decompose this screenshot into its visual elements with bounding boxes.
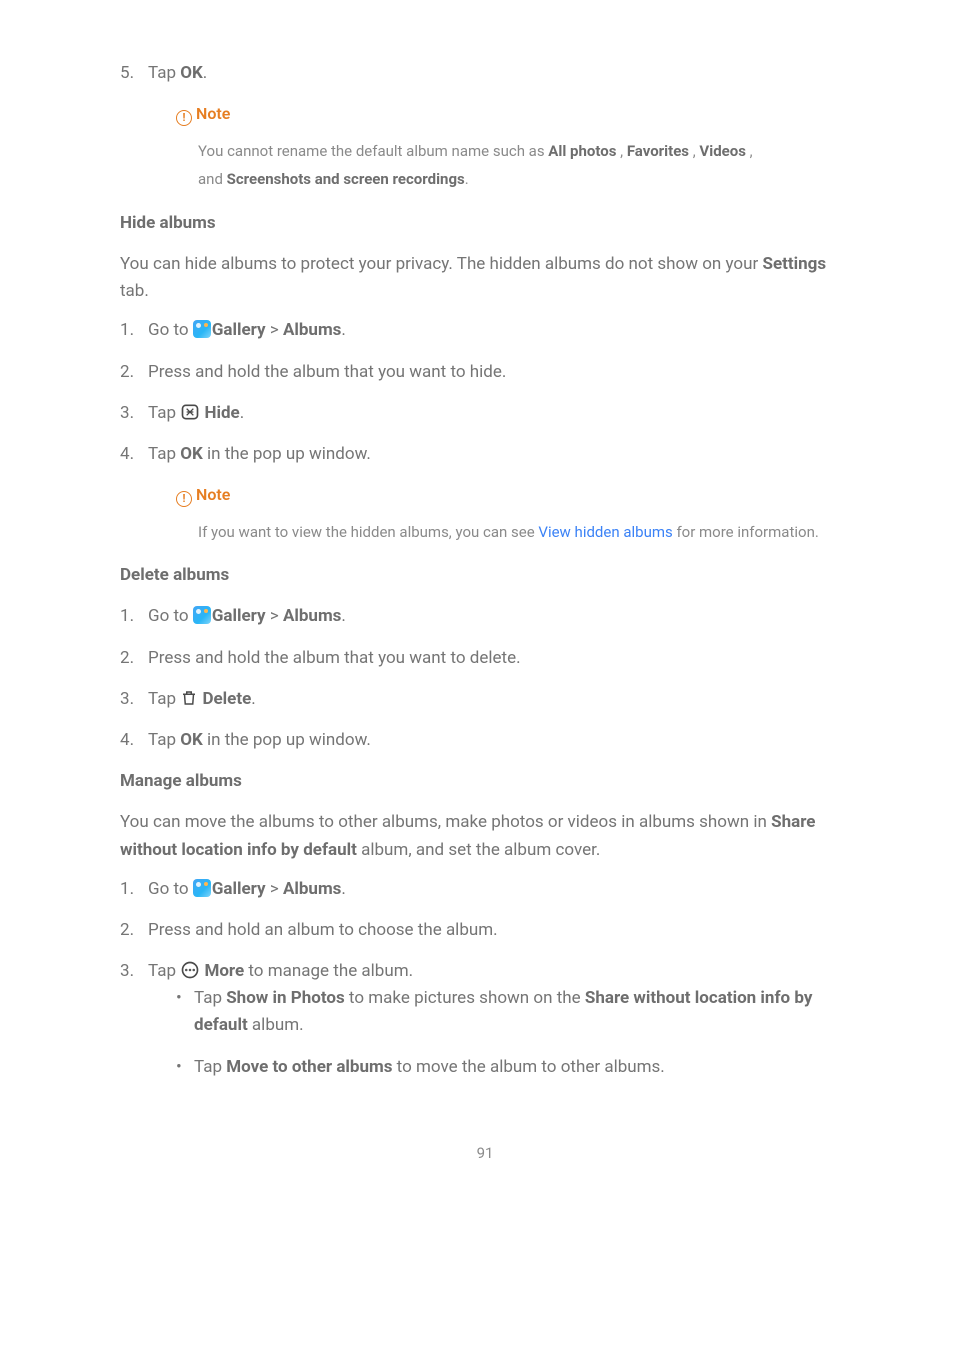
delete-step-1: Go to Gallery > Albums.	[120, 603, 850, 630]
note-all-photos: All photos	[548, 142, 616, 160]
step-text: Tap	[148, 689, 180, 709]
step-text: Go to	[148, 879, 193, 899]
heading-hide-albums: Hide albums	[120, 210, 850, 237]
step5-suffix: .	[203, 63, 207, 83]
hide-intro-text2: tab.	[120, 281, 149, 301]
bullet-text: album.	[248, 1015, 304, 1035]
ok-label: OK	[180, 444, 203, 464]
note-videos: Videos	[699, 142, 746, 160]
note-favorites: Favorites	[627, 142, 689, 160]
delete-step-3: Tap Delete.	[120, 686, 850, 713]
gallery-icon	[193, 606, 211, 624]
step5-ok: OK	[180, 63, 203, 83]
step5-prefix: Tap	[148, 63, 180, 83]
hide-intro: You can hide albums to protect your priv…	[120, 251, 850, 305]
gallery-label: Gallery	[212, 606, 266, 626]
note-screenshots: Screenshots and screen recordings	[227, 170, 465, 188]
ok-label: OK	[180, 730, 203, 750]
step-end: .	[341, 606, 345, 626]
note-sep: ,	[616, 142, 626, 160]
note-block-hidden: !Note If you want to view the hidden alb…	[176, 482, 850, 546]
show-in-photos: Show in Photos	[226, 988, 344, 1008]
bullet-text: Tap	[194, 1057, 226, 1077]
intro-text2: album, and set the album cover.	[357, 840, 600, 860]
hide-intro-settings: Settings	[762, 254, 826, 274]
hide-intro-text: You can hide albums to protect your priv…	[120, 254, 762, 274]
albums-label: Albums	[283, 879, 341, 899]
breadcrumb-sep: >	[266, 320, 283, 340]
more-icon	[180, 960, 200, 980]
note-sep: ,	[746, 142, 753, 160]
hide-icon	[180, 402, 200, 422]
step-text: Go to	[148, 320, 193, 340]
note-text: You cannot rename the default album name…	[198, 142, 548, 160]
hide-step-2: Press and hold the album that you want t…	[120, 359, 850, 386]
note-block-rename: !Note You cannot rename the default albu…	[176, 101, 850, 194]
step-end: .	[240, 403, 244, 423]
move-to-other: Move to other albums	[226, 1057, 392, 1077]
gallery-label: Gallery	[212, 879, 266, 899]
step-5: Tap OK. !Note You cannot rename the defa…	[120, 60, 850, 194]
step-end: .	[341, 320, 345, 340]
manage-bullet-2: Tap Move to other albums to move the alb…	[176, 1054, 850, 1081]
note-title: !Note	[176, 482, 850, 508]
note-label: Note	[196, 104, 230, 123]
manage-bullet-1: Tap Show in Photos to make pictures show…	[176, 985, 850, 1039]
gallery-icon	[193, 879, 211, 897]
manage-step-2: Press and hold an album to choose the al…	[120, 917, 850, 944]
step-text: Tap	[148, 444, 180, 464]
heading-manage-albums: Manage albums	[120, 768, 850, 795]
note-text: If you want to view the hidden albums, y…	[198, 523, 538, 541]
view-hidden-albums-link[interactable]: View hidden albums	[538, 523, 672, 541]
delete-label: Delete	[198, 689, 251, 709]
note-label: Note	[196, 485, 230, 504]
note-body: You cannot rename the default album name…	[198, 137, 850, 194]
note-text: and	[198, 170, 227, 188]
gallery-icon	[193, 320, 211, 338]
trash-icon	[180, 688, 198, 708]
step-end: .	[341, 879, 345, 899]
hide-step-3: Tap Hide.	[120, 400, 850, 427]
bullet-text: to make pictures shown on the	[345, 988, 585, 1008]
step-end: to manage the album.	[244, 961, 413, 981]
albums-label: Albums	[283, 606, 341, 626]
hide-step-1: Go to Gallery > Albums.	[120, 317, 850, 344]
page-number: 91	[120, 1141, 850, 1165]
manage-step-1: Go to Gallery > Albums.	[120, 876, 850, 903]
gallery-label: Gallery	[212, 320, 266, 340]
note-sep: ,	[689, 142, 699, 160]
step-end: in the pop up window.	[203, 444, 371, 464]
albums-label: Albums	[283, 320, 341, 340]
delete-step-4: Tap OK in the pop up window.	[120, 727, 850, 754]
manage-intro: You can move the albums to other albums,…	[120, 809, 850, 863]
info-icon: !	[176, 491, 192, 507]
delete-step-2: Press and hold the album that you want t…	[120, 645, 850, 672]
hide-step-4: Tap OK in the pop up window. !Note If yo…	[120, 441, 850, 546]
note-text: for more information.	[673, 523, 819, 541]
step-text: Tap	[148, 961, 180, 981]
more-label: More	[200, 961, 244, 981]
note-body: If you want to view the hidden albums, y…	[198, 518, 850, 547]
note-title: !Note	[176, 101, 850, 127]
bullet-text: Tap	[194, 988, 226, 1008]
breadcrumb-sep: >	[266, 606, 283, 626]
bullet-text: to move the album to other albums.	[392, 1057, 664, 1077]
breadcrumb-sep: >	[266, 879, 283, 899]
step-text: Tap	[148, 403, 180, 423]
step-end: in the pop up window.	[203, 730, 371, 750]
step-text: Tap	[148, 730, 180, 750]
heading-delete-albums: Delete albums	[120, 562, 850, 589]
intro-text: You can move the albums to other albums,…	[120, 812, 771, 832]
note-text: .	[465, 170, 469, 188]
hide-label: Hide	[200, 403, 239, 423]
info-icon: !	[176, 110, 192, 126]
step-end: .	[251, 689, 255, 709]
manage-step-3: Tap More to manage the album. Tap Show i…	[120, 958, 850, 1081]
step-text: Go to	[148, 606, 193, 626]
